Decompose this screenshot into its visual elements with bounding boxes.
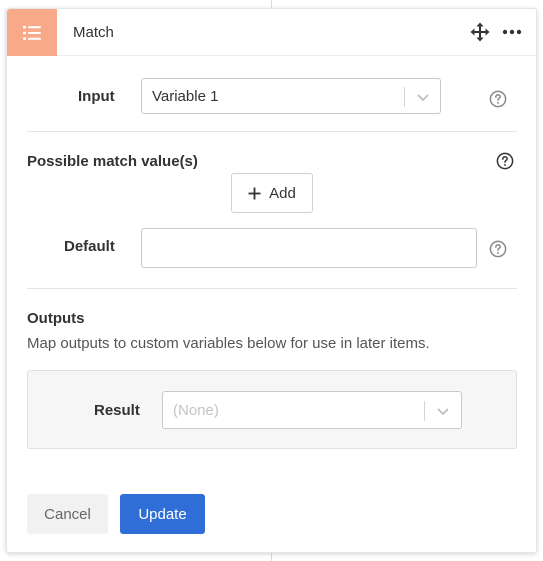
match-panel: Match Input Variable 1 Possible match va…	[6, 8, 537, 553]
select-separator	[424, 401, 425, 421]
section-divider	[27, 288, 517, 289]
cancel-button[interactable]: Cancel	[27, 494, 108, 534]
match-values-label: Possible match value(s)	[27, 153, 198, 170]
add-match-value-button[interactable]: Add	[231, 173, 313, 213]
update-button[interactable]: Update	[120, 494, 205, 534]
chevron-down-icon	[435, 403, 451, 419]
outputs-mapping-box: Result (None)	[27, 370, 517, 449]
help-icon[interactable]	[496, 152, 514, 170]
result-select[interactable]: (None)	[162, 391, 462, 429]
panel-title: Match	[73, 24, 114, 41]
input-label: Input	[78, 88, 115, 105]
select-separator	[404, 87, 405, 107]
move-icon[interactable]	[470, 22, 490, 42]
input-select-value: Variable 1	[152, 88, 219, 105]
add-button-label: Add	[269, 184, 296, 202]
default-label: Default	[64, 238, 115, 255]
help-icon[interactable]	[489, 240, 507, 258]
outputs-title: Outputs	[27, 310, 85, 327]
plus-icon	[248, 187, 261, 200]
default-input[interactable]	[141, 228, 477, 268]
list-icon	[7, 9, 57, 56]
chevron-down-icon	[415, 89, 431, 105]
help-icon[interactable]	[489, 90, 507, 108]
result-select-value: (None)	[173, 402, 219, 419]
result-label: Result	[94, 402, 140, 419]
outputs-description: Map outputs to custom variables below fo…	[27, 335, 430, 352]
more-options-icon[interactable]	[501, 22, 523, 42]
panel-header: Match	[7, 9, 536, 56]
section-divider	[27, 131, 517, 132]
input-select[interactable]: Variable 1	[141, 78, 441, 114]
